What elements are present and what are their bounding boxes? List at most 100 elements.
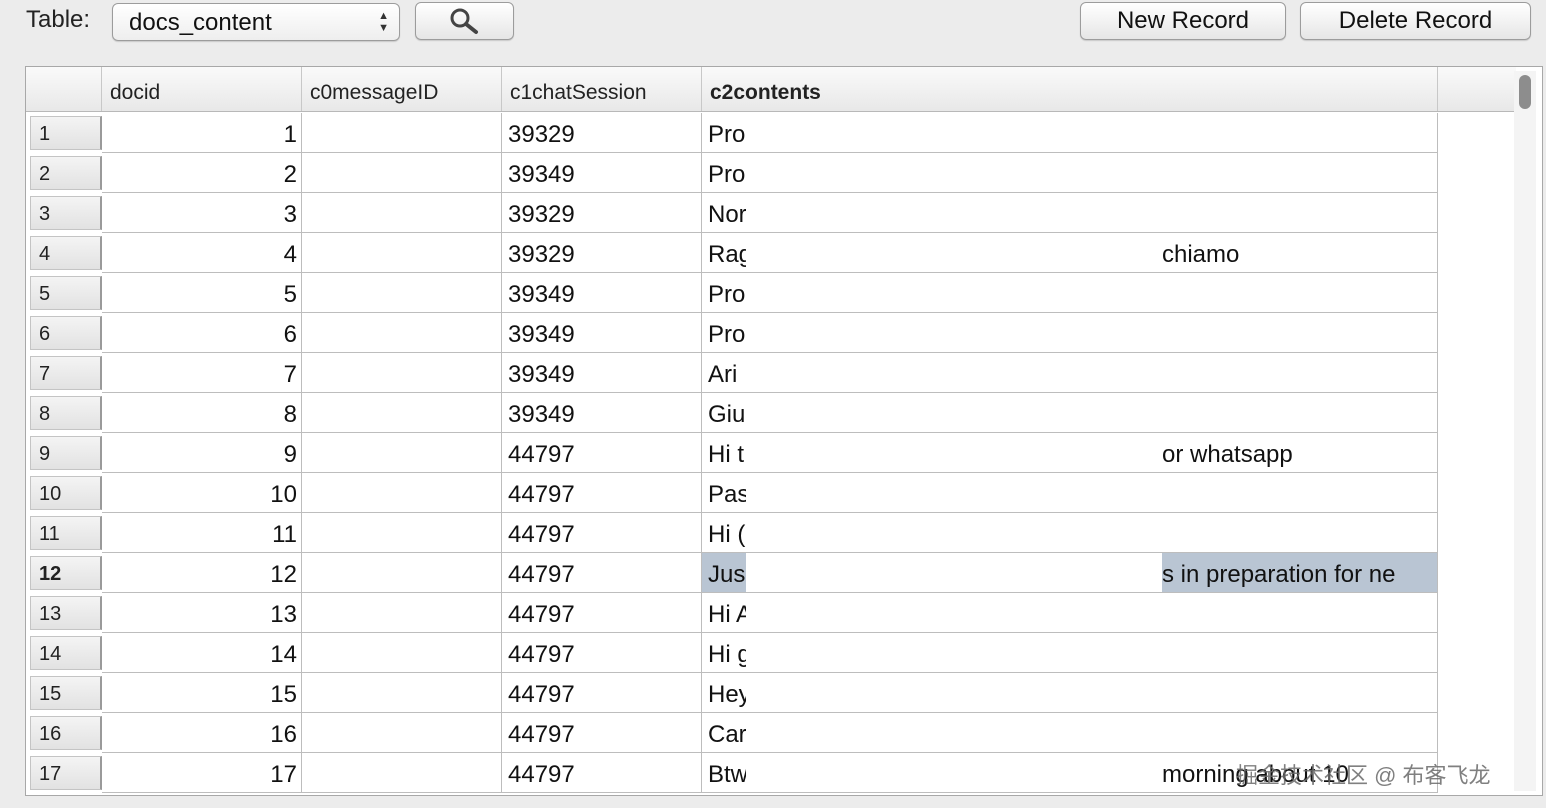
- row-number[interactable]: 6: [30, 316, 102, 350]
- cell-c2contents[interactable]: Giu: [702, 393, 1438, 433]
- row-number[interactable]: 1: [30, 116, 102, 150]
- cell-c2contents[interactable]: Ari: [702, 353, 1438, 393]
- cell-c1chatsession[interactable]: 39349: [502, 353, 702, 393]
- cell-docid[interactable]: 16: [102, 713, 302, 753]
- table-row[interactable]: 12 12 44797 Jus s in preparation for ne: [26, 553, 1438, 593]
- row-number[interactable]: 4: [30, 236, 102, 270]
- cell-docid[interactable]: 8: [102, 393, 302, 433]
- cell-docid[interactable]: 1: [102, 113, 302, 153]
- row-number[interactable]: 2: [30, 156, 102, 190]
- cell-c0messageid[interactable]: [302, 313, 502, 353]
- table-row[interactable]: 6 6 39349 Pro: [26, 313, 1438, 353]
- cell-c1chatsession[interactable]: 39349: [502, 313, 702, 353]
- table-row[interactable]: 1515 44797Hey: [26, 673, 1438, 713]
- cell-c1chatsession[interactable]: 44797: [502, 633, 702, 673]
- table-row[interactable]: 3 3 39329 Nor: [26, 193, 1438, 233]
- cell-c1chatsession[interactable]: 44797: [502, 553, 702, 593]
- cell-c0messageid[interactable]: [302, 513, 502, 553]
- cell-c2contents[interactable]: Jus s in preparation for ne: [702, 553, 1438, 593]
- scrollbar-thumb[interactable]: [1519, 75, 1531, 109]
- row-number[interactable]: 15: [30, 676, 102, 710]
- cell-c2contents[interactable]: Hi t or whatsapp: [702, 433, 1438, 473]
- cell-c0messageid[interactable]: [302, 353, 502, 393]
- table-row[interactable]: 9 9 44797 Hi t or whatsapp: [26, 433, 1438, 473]
- row-number[interactable]: 16: [30, 716, 102, 750]
- cell-c0messageid[interactable]: [302, 273, 502, 313]
- table-row[interactable]: 7 7 39349 Ari: [26, 353, 1438, 393]
- row-number[interactable]: 3: [30, 196, 102, 230]
- cell-c0messageid[interactable]: [302, 193, 502, 233]
- cell-c2contents[interactable]: Hey: [702, 673, 1438, 713]
- row-number[interactable]: 13: [30, 596, 102, 630]
- cell-c1chatsession[interactable]: 39329: [502, 193, 702, 233]
- row-number[interactable]: 17: [30, 756, 102, 790]
- row-number[interactable]: 10: [30, 476, 102, 510]
- header-c0messageid[interactable]: c0messageID: [302, 67, 502, 111]
- table-row[interactable]: 1313 44797Hi A: [26, 593, 1438, 633]
- cell-c0messageid[interactable]: [302, 433, 502, 473]
- table-row[interactable]: 10 10 44797 Pas: [26, 473, 1438, 513]
- cell-c1chatsession[interactable]: 39349: [502, 393, 702, 433]
- cell-docid[interactable]: 17: [102, 753, 302, 793]
- cell-c2contents[interactable]: Hi (: [702, 513, 1438, 553]
- row-number[interactable]: 14: [30, 636, 102, 670]
- row-number[interactable]: 5: [30, 276, 102, 310]
- new-record-button[interactable]: New Record: [1080, 2, 1286, 40]
- cell-c0messageid[interactable]: [302, 753, 502, 793]
- cell-c1chatsession[interactable]: 39329: [502, 233, 702, 273]
- cell-docid[interactable]: 3: [102, 193, 302, 233]
- cell-c2contents[interactable]: Rag chiamo: [702, 233, 1438, 273]
- cell-c0messageid[interactable]: [302, 593, 502, 633]
- header-c1chatsession[interactable]: c1chatSession: [502, 67, 702, 111]
- cell-c2contents[interactable]: Pas: [702, 473, 1438, 513]
- cell-c0messageid[interactable]: [302, 113, 502, 153]
- cell-c1chatsession[interactable]: 44797: [502, 753, 702, 793]
- cell-docid[interactable]: 7: [102, 353, 302, 393]
- cell-c2contents[interactable]: Pro: [702, 273, 1438, 313]
- cell-c2contents[interactable]: Pro: [702, 153, 1438, 193]
- table-select[interactable]: docs_content ▲ ▼: [112, 3, 400, 41]
- cell-c0messageid[interactable]: [302, 473, 502, 513]
- cell-docid[interactable]: 12: [102, 553, 302, 593]
- cell-c0messageid[interactable]: [302, 153, 502, 193]
- table-row[interactable]: 17 17 44797 Btw morning about 10: [26, 753, 1438, 793]
- cell-docid[interactable]: 13: [102, 593, 302, 633]
- cell-c0messageid[interactable]: [302, 553, 502, 593]
- row-number[interactable]: 11: [30, 516, 102, 550]
- table-row[interactable]: 2 2 39349 Pro: [26, 153, 1438, 193]
- cell-c1chatsession[interactable]: 39329: [502, 113, 702, 153]
- cell-c0messageid[interactable]: [302, 233, 502, 273]
- table-row[interactable]: 5 5 39349 Pro: [26, 273, 1438, 313]
- row-number[interactable]: 12: [30, 556, 102, 590]
- table-row[interactable]: 11 11 44797 Hi (: [26, 513, 1438, 553]
- cell-docid[interactable]: 4: [102, 233, 302, 273]
- cell-docid[interactable]: 2: [102, 153, 302, 193]
- cell-docid[interactable]: 15: [102, 673, 302, 713]
- cell-docid[interactable]: 5: [102, 273, 302, 313]
- table-row[interactable]: 44 39329Rag chiamo: [26, 233, 1438, 273]
- cell-c1chatsession[interactable]: 44797: [502, 473, 702, 513]
- cell-c2contents[interactable]: Pro: [702, 313, 1438, 353]
- cell-c1chatsession[interactable]: 44797: [502, 673, 702, 713]
- cell-c1chatsession[interactable]: 44797: [502, 433, 702, 473]
- cell-docid[interactable]: 11: [102, 513, 302, 553]
- row-number[interactable]: 9: [30, 436, 102, 470]
- vertical-scrollbar[interactable]: [1514, 71, 1536, 791]
- cell-c1chatsession[interactable]: 44797: [502, 713, 702, 753]
- cell-c2contents[interactable]: Hi A: [702, 593, 1438, 633]
- row-number[interactable]: 8: [30, 396, 102, 430]
- cell-c0messageid[interactable]: [302, 713, 502, 753]
- cell-docid[interactable]: 14: [102, 633, 302, 673]
- cell-c1chatsession[interactable]: 39349: [502, 273, 702, 313]
- search-button[interactable]: [415, 2, 514, 40]
- header-docid[interactable]: docid: [102, 67, 302, 111]
- cell-c2contents[interactable]: Car: [702, 713, 1438, 753]
- table-row[interactable]: 1 1 39329 Pro: [26, 113, 1438, 153]
- table-row[interactable]: 8 8 39349 Giu: [26, 393, 1438, 433]
- table-row[interactable]: 16 16 44797 Car: [26, 713, 1438, 753]
- cell-c0messageid[interactable]: [302, 633, 502, 673]
- cell-c1chatsession[interactable]: 39349: [502, 153, 702, 193]
- cell-c0messageid[interactable]: [302, 393, 502, 433]
- cell-c2contents[interactable]: Pro: [702, 113, 1438, 153]
- cell-c2contents[interactable]: Hi g: [702, 633, 1438, 673]
